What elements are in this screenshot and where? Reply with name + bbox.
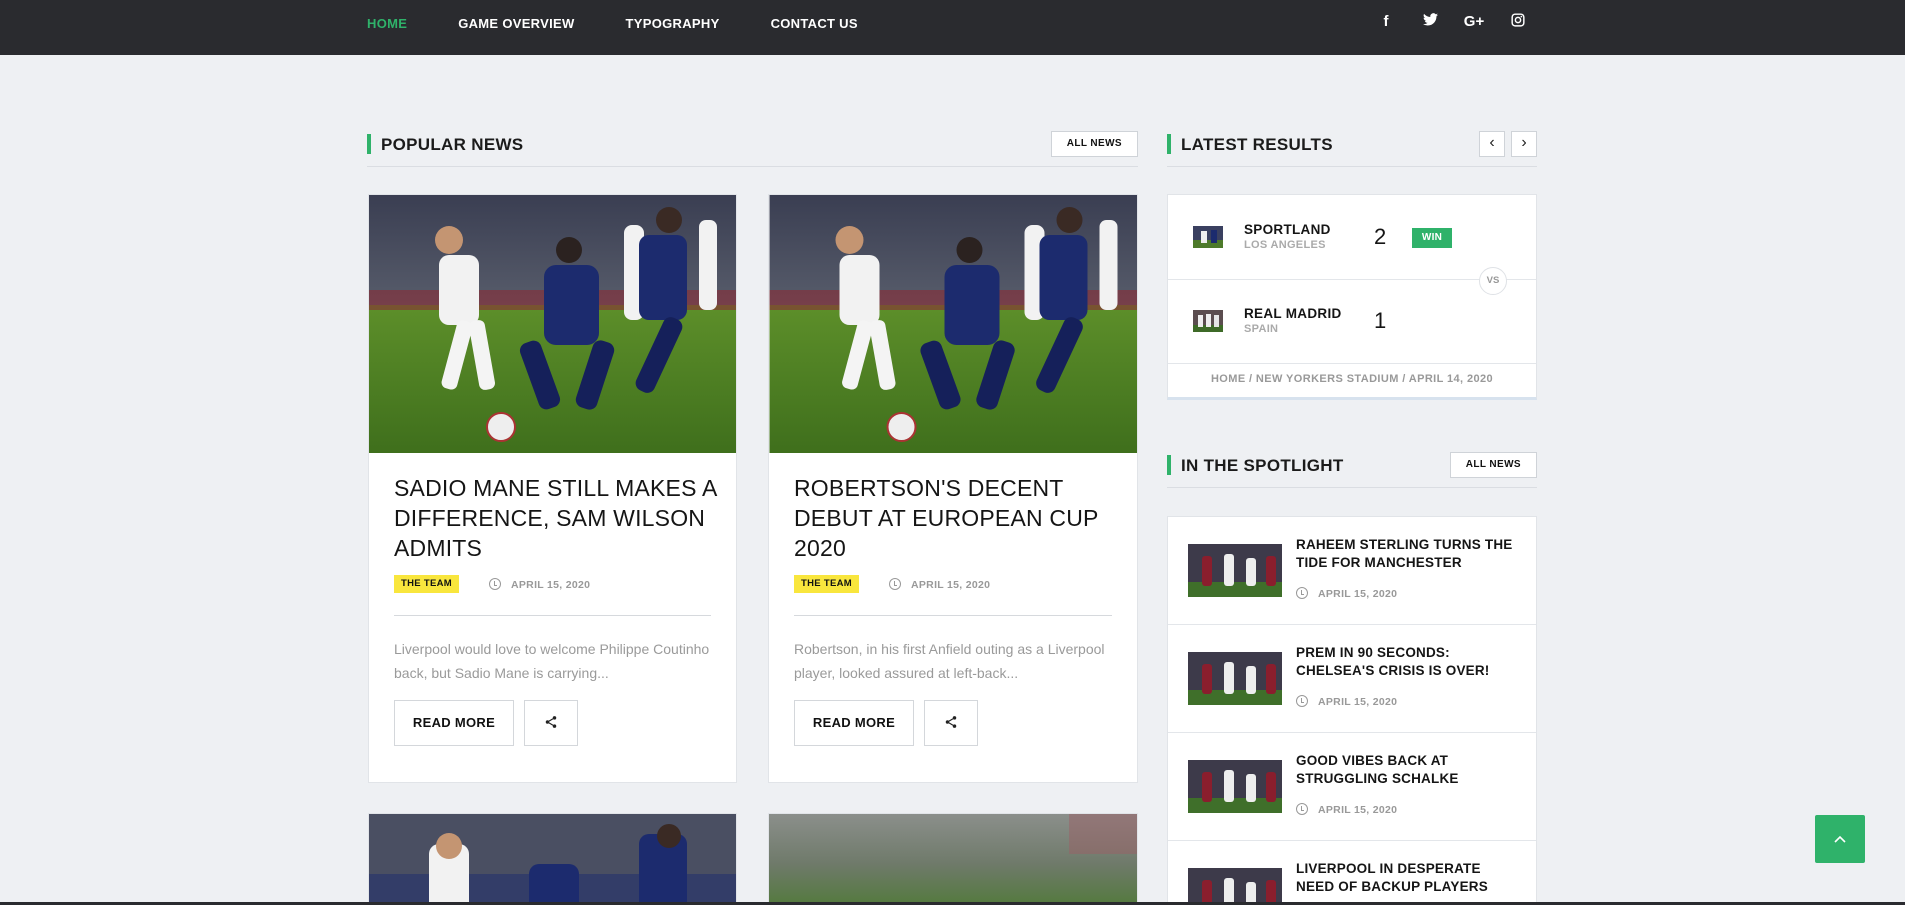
twitter-icon[interactable]: [1408, 13, 1452, 31]
next-arrow-button[interactable]: ›: [1511, 131, 1537, 157]
nav-typography[interactable]: TYPOGRAPHY: [626, 16, 720, 31]
news-card-excerpt: Liverpool would love to welcome Philippe…: [394, 641, 710, 681]
read-more-button[interactable]: READ MORE: [794, 700, 914, 746]
team-name: SPORTLAND: [1244, 222, 1331, 237]
share-icon: [545, 715, 557, 728]
news-card-image[interactable]: [769, 195, 1137, 453]
spotlight-item-title[interactable]: GOOD VIBES BACK AT STRUGGLING SCHALKE: [1296, 752, 1521, 788]
spotlight-list: RAHEEM STERLING TURNS THE TIDE FOR MANCH…: [1167, 516, 1537, 905]
team-location: SPAIN: [1244, 323, 1279, 335]
date-text: APRIL 15, 2020: [511, 579, 591, 591]
category-tag[interactable]: THE TEAM: [394, 575, 459, 593]
list-item[interactable]: LIVERPOOL IN DESPERATE NEED OF BACKUP PL…: [1168, 841, 1536, 905]
team-logo: [1193, 226, 1223, 248]
team-row-home: SPORTLAND LOS ANGELES 2 WIN: [1168, 195, 1536, 279]
clock-icon: [1296, 695, 1308, 707]
news-card-date: APRIL 15, 2020: [889, 578, 990, 591]
news-card-partial: [768, 813, 1138, 905]
news-card-image[interactable]: [769, 814, 1138, 905]
popular-news-title: POPULAR NEWS: [381, 135, 524, 154]
spotlight-header: IN THE SPOTLIGHT ALL NEWS: [1167, 452, 1537, 488]
list-item[interactable]: GOOD VIBES BACK AT STRUGGLING SCHALKE AP…: [1168, 733, 1536, 841]
news-card-partial: [368, 813, 737, 905]
spotlight-thumbnail[interactable]: [1188, 652, 1282, 705]
category-tag[interactable]: THE TEAM: [794, 575, 859, 593]
latest-results-box: SPORTLAND LOS ANGELES 2 WIN VS REAL MADR…: [1167, 194, 1537, 400]
popular-all-news-button[interactable]: ALL NEWS: [1050, 131, 1138, 157]
top-navbar: HOME GAME OVERVIEW TYPOGRAPHY CONTACT US…: [0, 0, 1905, 55]
news-card-date: APRIL 15, 2020: [489, 578, 590, 591]
spotlight-title: IN THE SPOTLIGHT: [1181, 456, 1344, 475]
share-button[interactable]: [524, 700, 578, 746]
card-divider: [394, 615, 711, 616]
team-name: REAL MADRID: [1244, 306, 1342, 321]
facebook-icon[interactable]: f: [1364, 13, 1408, 31]
popular-news-header: POPULAR NEWS ALL NEWS: [367, 131, 1138, 167]
news-card-image[interactable]: [369, 195, 736, 453]
news-card-title[interactable]: SADIO MANE STILL MAKES A DIFFERENCE, SAM…: [394, 473, 724, 563]
clock-icon: [1296, 803, 1308, 815]
chevron-up-icon: [1834, 835, 1846, 843]
spotlight-item-date: APRIL 15, 2020: [1296, 587, 1397, 600]
clock-icon: [1296, 587, 1308, 599]
spotlight-item-title[interactable]: LIVERPOOL IN DESPERATE NEED OF BACKUP PL…: [1296, 860, 1521, 896]
google-plus-icon[interactable]: G+: [1452, 13, 1496, 31]
share-icon: [945, 715, 957, 728]
prev-arrow-button[interactable]: ‹: [1479, 131, 1505, 157]
heading-accent-bar: [367, 134, 371, 154]
team-logo: [1193, 310, 1223, 332]
nav-game-overview[interactable]: GAME OVERVIEW: [458, 16, 574, 31]
date-text: APRIL 15, 2020: [1318, 588, 1398, 600]
news-card-excerpt: Robertson, in his first Anfield outing a…: [794, 641, 1105, 681]
news-card-image[interactable]: [369, 814, 737, 905]
spotlight-thumbnail[interactable]: [1188, 868, 1282, 905]
date-text: APRIL 15, 2020: [1318, 804, 1398, 816]
nav-home[interactable]: HOME: [367, 16, 407, 31]
spotlight-item-date: APRIL 15, 2020: [1296, 803, 1397, 816]
team-score: 2: [1374, 224, 1387, 249]
spotlight-item-title[interactable]: RAHEEM STERLING TURNS THE TIDE FOR MANCH…: [1296, 536, 1521, 572]
news-card: ROBERTSON'S DECENT DEBUT AT EUROPEAN CUP…: [768, 194, 1138, 783]
share-button[interactable]: [924, 700, 978, 746]
latest-results-title: LATEST RESULTS: [1181, 135, 1333, 154]
latest-results-header: LATEST RESULTS ‹ ›: [1167, 131, 1537, 167]
win-badge: WIN: [1412, 228, 1452, 248]
results-divider: [1168, 363, 1536, 364]
clock-icon: [889, 578, 901, 590]
instagram-icon[interactable]: [1496, 13, 1540, 31]
date-text: APRIL 15, 2020: [1318, 696, 1398, 708]
list-item[interactable]: PREM IN 90 SECONDS: CHELSEA'S CRISIS IS …: [1168, 625, 1536, 733]
team-row-away: REAL MADRID SPAIN 1: [1168, 279, 1536, 363]
date-text: APRIL 15, 2020: [911, 579, 991, 591]
spotlight-item-title[interactable]: PREM IN 90 SECONDS: CHELSEA'S CRISIS IS …: [1296, 644, 1521, 680]
match-info: HOME / NEW YORKERS STADIUM / APRIL 14, 2…: [1210, 373, 1494, 385]
list-item[interactable]: RAHEEM STERLING TURNS THE TIDE FOR MANCH…: [1168, 517, 1536, 625]
news-card-title[interactable]: ROBERTSON'S DECENT DEBUT AT EUROPEAN CUP…: [794, 473, 1124, 563]
heading-accent-bar: [1167, 134, 1171, 154]
spotlight-thumbnail[interactable]: [1188, 544, 1282, 597]
heading-accent-bar: [1167, 455, 1171, 475]
team-score: 1: [1374, 308, 1387, 333]
card-divider: [794, 615, 1112, 616]
main-nav: HOME GAME OVERVIEW TYPOGRAPHY CONTACT US: [367, 16, 909, 31]
read-more-button[interactable]: READ MORE: [394, 700, 514, 746]
spotlight-thumbnail[interactable]: [1188, 760, 1282, 813]
news-card: SADIO MANE STILL MAKES A DIFFERENCE, SAM…: [368, 194, 737, 783]
spotlight-item-date: APRIL 15, 2020: [1296, 695, 1397, 708]
back-to-top-button[interactable]: [1815, 815, 1865, 863]
nav-contact-us[interactable]: CONTACT US: [771, 16, 858, 31]
social-links: f G+: [1364, 13, 1540, 31]
spotlight-all-news-button[interactable]: ALL NEWS: [1449, 452, 1537, 478]
clock-icon: [489, 578, 501, 590]
team-location: LOS ANGELES: [1244, 239, 1326, 251]
